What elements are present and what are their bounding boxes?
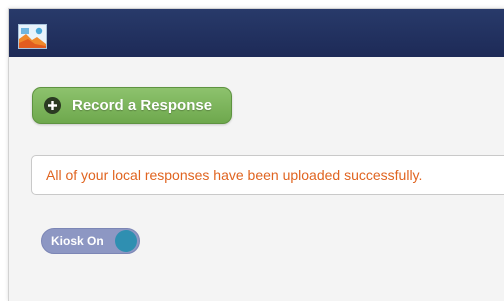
kiosk-toggle-label: Kiosk On: [51, 234, 104, 248]
alert-message: All of your local responses have been up…: [46, 167, 423, 183]
plus-circle-icon: [44, 97, 61, 114]
record-response-button[interactable]: Record a Response: [32, 87, 232, 124]
upload-success-alert: All of your local responses have been up…: [31, 155, 504, 195]
app-window: Record a Response All of your local resp…: [8, 8, 504, 301]
kiosk-toggle[interactable]: Kiosk On: [41, 228, 140, 254]
app-logo-icon[interactable]: [18, 24, 47, 49]
kiosk-toggle-knob: [115, 230, 137, 252]
record-response-label: Record a Response: [72, 97, 213, 114]
header-bar: [9, 9, 504, 57]
main-content: Record a Response All of your local resp…: [9, 57, 504, 301]
